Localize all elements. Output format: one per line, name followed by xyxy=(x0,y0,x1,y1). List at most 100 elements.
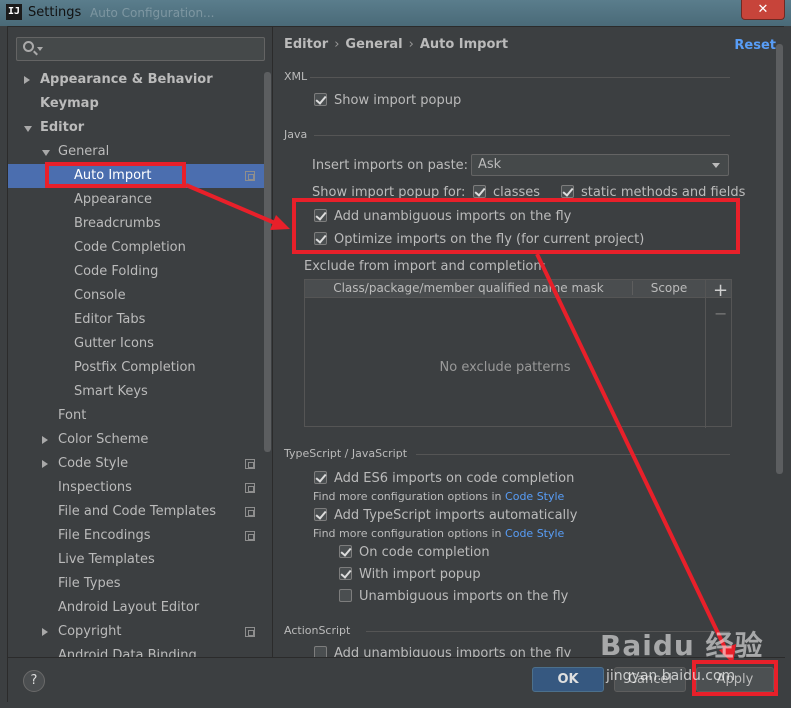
config-hint: Find more configuration options in Code … xyxy=(313,527,564,540)
actionscript-add-unambiguous-checkbox[interactable]: Add unambiguous imports on the fly xyxy=(314,645,571,657)
tree-item-label: Console xyxy=(74,288,126,303)
baidu-watermark: Baidu 经验 jingyan.baidu.com xyxy=(600,624,764,684)
insert-imports-label: Insert imports on paste: xyxy=(312,158,469,173)
column-header-scope[interactable]: Scope xyxy=(635,281,703,295)
checkbox-label: Add unambiguous imports on the fly xyxy=(334,646,572,657)
hint-text: Find more configuration options in xyxy=(313,490,502,503)
help-button[interactable]: ? xyxy=(23,670,45,692)
tree-item-code-completion[interactable]: Code Completion xyxy=(8,236,265,260)
insert-imports-select[interactable]: Ask xyxy=(471,154,729,176)
search-history-dropdown-icon[interactable] xyxy=(37,47,43,51)
show-import-popup-checkbox[interactable]: Show import popup xyxy=(314,92,461,112)
checkbox-unchecked-icon xyxy=(339,589,352,602)
code-style-link[interactable]: Code Style xyxy=(505,490,564,503)
tree-item-file-types[interactable]: File Types xyxy=(8,572,265,596)
tree-item-code-style[interactable]: Code Style xyxy=(8,452,265,476)
checkbox-checked-icon xyxy=(314,508,327,521)
checkbox-label: Show import popup xyxy=(334,93,462,108)
config-hint: Find more configuration options in Code … xyxy=(313,490,564,503)
checkbox-unchecked-icon xyxy=(314,646,327,657)
section-title-actionscript: ActionScript xyxy=(284,624,351,637)
breadcrumb-separator: › xyxy=(334,37,340,52)
checkbox-label: On code completion xyxy=(359,545,490,560)
checkbox-label: Unambiguous imports on the fly xyxy=(359,589,569,604)
on-code-completion-checkbox[interactable]: On code completion xyxy=(339,544,490,564)
project-scope-icon xyxy=(245,459,255,469)
chevron-down-icon[interactable] xyxy=(24,126,32,132)
breadcrumb: Editor › General › Auto Import xyxy=(284,37,508,52)
chevron-right-icon[interactable] xyxy=(24,76,30,84)
checkbox-checked-icon xyxy=(473,185,486,198)
checkbox-checked-icon xyxy=(339,545,352,558)
exclude-patterns-table[interactable]: Class/package/member qualified name mask… xyxy=(304,279,732,428)
tree-item-file-encodings[interactable]: File Encodings xyxy=(8,524,265,548)
tree-item-file-and-code-templates[interactable]: File and Code Templates xyxy=(8,500,265,524)
section-title-java: Java xyxy=(284,128,308,141)
tree-item-label: File Encodings xyxy=(58,528,151,543)
unambiguous-imports-checkbox[interactable]: Unambiguous imports on the fly xyxy=(339,588,568,608)
add-icon[interactable]: + xyxy=(713,280,728,301)
background-window-title: Auto Configuration... xyxy=(90,6,215,20)
with-import-popup-checkbox[interactable]: With import popup xyxy=(339,566,481,586)
breadcrumb-separator: › xyxy=(408,37,414,52)
tree-item-label: Gutter Icons xyxy=(74,336,154,351)
typescript-auto-imports-checkbox[interactable]: Add TypeScript imports automatically xyxy=(314,507,577,527)
ok-button[interactable]: OK xyxy=(532,667,604,692)
remove-icon[interactable]: − xyxy=(714,304,727,323)
tree-item-postfix-completion[interactable]: Postfix Completion xyxy=(8,356,265,380)
tree-item-android-layout-editor[interactable]: Android Layout Editor xyxy=(8,596,265,620)
tree-item-label: File and Code Templates xyxy=(58,504,216,519)
tree-item-breadcrumbs[interactable]: Breadcrumbs xyxy=(8,212,265,236)
breadcrumb-item: General xyxy=(345,37,403,52)
chevron-right-icon[interactable] xyxy=(42,460,48,468)
tree-item-label: General xyxy=(58,144,110,159)
column-header-mask[interactable]: Class/package/member qualified name mask xyxy=(305,281,633,295)
tree-item-smart-keys[interactable]: Smart Keys xyxy=(8,380,265,404)
tree-item-editor[interactable]: Editor xyxy=(8,116,265,140)
tree-item-font[interactable]: Font xyxy=(8,404,265,428)
tree-item-gutter-icons[interactable]: Gutter Icons xyxy=(8,332,265,356)
tree-item-label: Inspections xyxy=(58,480,132,495)
chevron-down-icon[interactable] xyxy=(42,150,50,156)
project-scope-icon xyxy=(245,507,255,517)
checkbox-checked-icon xyxy=(314,93,327,106)
tree-item-label: Postfix Completion xyxy=(74,360,196,375)
chevron-right-icon[interactable] xyxy=(42,436,48,444)
tree-item-appearance[interactable]: Appearance xyxy=(8,188,265,212)
tree-item-code-folding[interactable]: Code Folding xyxy=(8,260,265,284)
tree-item-label: Keymap xyxy=(40,96,99,111)
tree-item-color-scheme[interactable]: Color Scheme xyxy=(8,428,265,452)
checkbox-label: Add ES6 imports on code completion xyxy=(334,471,575,486)
divider xyxy=(314,135,730,136)
tree-item-label: Code Completion xyxy=(74,240,186,255)
es6-imports-checkbox[interactable]: Add ES6 imports on code completion xyxy=(314,470,574,490)
checkbox-label: Add TypeScript imports automatically xyxy=(334,508,578,523)
checkbox-checked-icon xyxy=(314,471,327,484)
watermark-site: jingyan.baidu.com xyxy=(606,668,736,684)
settings-search-input[interactable] xyxy=(16,37,265,61)
window-title: Settings xyxy=(28,5,82,20)
tree-item-console[interactable]: Console xyxy=(8,284,265,308)
annotation-highlight-auto-import xyxy=(45,162,186,188)
content-scrollbar[interactable] xyxy=(776,44,783,474)
tree-item-label: Appearance xyxy=(74,192,153,207)
tree-item-appearance-behavior[interactable]: Appearance & Behavior xyxy=(8,68,265,92)
tree-item-label: Color Scheme xyxy=(58,432,149,447)
chevron-right-icon[interactable] xyxy=(42,628,48,636)
tree-item-general[interactable]: General xyxy=(8,140,265,164)
close-window-button[interactable]: ✕ xyxy=(741,0,785,20)
tree-item-copyright[interactable]: Copyright xyxy=(8,620,265,644)
annotation-highlight-import-options xyxy=(292,198,740,254)
tree-item-keymap[interactable]: Keymap xyxy=(8,92,265,116)
tree-item-label: Code Style xyxy=(58,456,129,471)
divider xyxy=(416,454,730,455)
reset-link[interactable]: Reset xyxy=(734,38,776,53)
tree-item-editor-tabs[interactable]: Editor Tabs xyxy=(8,308,265,332)
checkbox-label: With import popup xyxy=(359,567,481,582)
sidebar-scrollbar[interactable] xyxy=(264,72,271,452)
table-header: Class/package/member qualified name mask… xyxy=(305,280,731,298)
tree-item-inspections[interactable]: Inspections xyxy=(8,476,265,500)
tree-item-live-templates[interactable]: Live Templates xyxy=(8,548,265,572)
tree-item-label: Code Folding xyxy=(74,264,159,279)
code-style-link[interactable]: Code Style xyxy=(505,527,564,540)
